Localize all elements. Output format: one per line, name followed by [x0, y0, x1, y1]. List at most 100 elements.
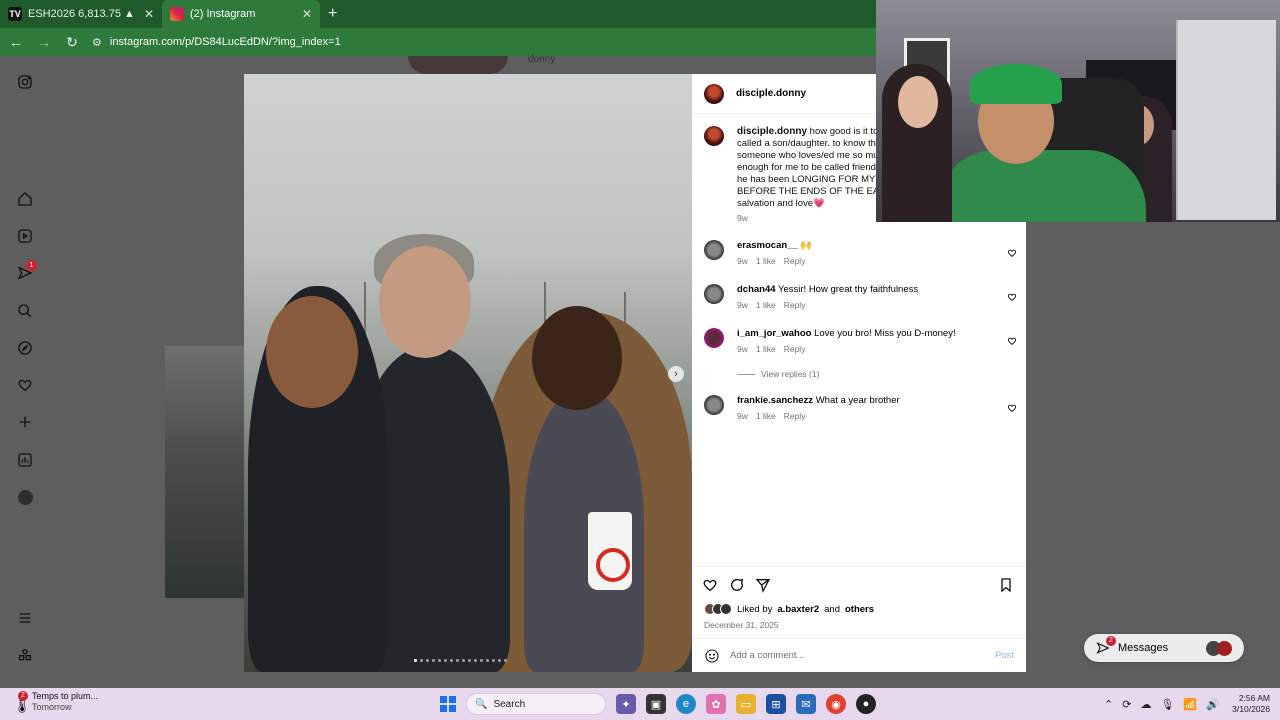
volume-icon[interactable]: 🔊 — [1206, 698, 1220, 711]
caption-line: how good is it to b — [809, 126, 887, 137]
new-tab-icon[interactable]: + — [328, 5, 337, 23]
sync-icon[interactable]: ⟳ — [1122, 698, 1131, 711]
author-avatar[interactable] — [704, 83, 724, 104]
comment-username[interactable]: frankie.sanchezz — [737, 395, 813, 406]
search-icon[interactable] — [16, 302, 34, 320]
commenter-avatar[interactable] — [704, 240, 724, 260]
messages-button[interactable]: 2 Messages — [1084, 634, 1244, 662]
reply-link[interactable]: Reply — [784, 411, 806, 421]
like-comment-icon[interactable] — [1007, 289, 1017, 301]
comment-username[interactable]: dchan44 — [737, 284, 776, 295]
comment-icon[interactable] — [729, 577, 745, 593]
author-avatar[interactable] — [704, 126, 724, 146]
comment-likes[interactable]: 1 like — [756, 300, 776, 310]
system-tray: ⌃ ⟳ ☁ 🎙 📶 🔊 — [1104, 692, 1220, 716]
forward-icon[interactable]: → — [32, 34, 56, 50]
heart-icon[interactable] — [16, 376, 34, 394]
reels-icon[interactable] — [16, 227, 34, 245]
explore-icon[interactable] — [16, 339, 34, 357]
threads-icon[interactable] — [16, 646, 34, 664]
view-replies-button[interactable]: View replies (1) — [737, 369, 819, 379]
messages-avatars — [1206, 640, 1232, 656]
instagram-logo-icon[interactable] — [16, 73, 34, 91]
carousel-next-icon[interactable]: › — [668, 366, 684, 382]
task-view-icon[interactable]: ▣ — [646, 694, 666, 714]
weather-widget[interactable]: 🌡 2 Temps to plum... Tomorrow — [12, 691, 98, 714]
comment-username[interactable]: i_am_jor_wahoo — [737, 328, 811, 339]
tab-instagram[interactable]: (2) Instagram ✕ — [162, 0, 320, 28]
reply-link[interactable]: Reply — [784, 344, 806, 354]
emoji-icon[interactable] — [704, 648, 720, 664]
chevron-up-icon[interactable]: ⌃ — [1104, 698, 1113, 711]
liked-by-user[interactable]: a.baxter2 — [777, 604, 819, 615]
carousel-dot — [426, 659, 429, 662]
comment-likes[interactable]: 1 like — [756, 256, 776, 266]
file-explorer-icon[interactable]: ▭ — [736, 694, 756, 714]
create-icon[interactable] — [16, 413, 34, 431]
comment-likes[interactable]: 1 like — [756, 411, 776, 421]
comment-username[interactable]: erasmocan__ — [737, 240, 798, 251]
add-comment-input[interactable]: Add a comment... — [730, 650, 995, 661]
store-icon[interactable]: ⊞ — [766, 694, 786, 714]
chrome-icon[interactable]: ◉ — [826, 694, 846, 714]
close-tab-icon[interactable]: ✕ — [144, 7, 154, 21]
taskbar-search[interactable]: 🔍 Search — [466, 693, 606, 715]
liked-by-and: and — [824, 603, 840, 615]
reload-icon[interactable]: ↻ — [60, 34, 84, 51]
carousel-dot — [492, 659, 495, 662]
clock-time: 2:56 AM — [1238, 693, 1270, 703]
weather-badge: 2 — [18, 691, 28, 701]
home-icon[interactable] — [16, 190, 34, 208]
tab-tradingview[interactable]: TV ESH2026 6,813.75 ▲ +0.19% Tr ✕ — [0, 0, 162, 28]
url-field[interactable]: ⚙ instagram.com/p/DS84LucEdDN/?img_index… — [92, 31, 912, 53]
taskbar-clock[interactable]: 2:56 AM 3/10/2026 — [1222, 693, 1270, 715]
like-comment-icon[interactable] — [1007, 400, 1017, 412]
save-icon[interactable] — [998, 577, 1014, 593]
search-icon: 🔍 — [475, 698, 488, 710]
clock-date: 3/10/2026 — [1232, 704, 1270, 714]
carousel-dots — [414, 659, 507, 662]
carousel-dot — [432, 659, 435, 662]
share-icon[interactable] — [755, 577, 771, 593]
close-tab-icon[interactable]: ✕ — [302, 7, 312, 21]
caption-username[interactable]: disciple.donny — [737, 126, 807, 137]
carousel-dot — [498, 659, 501, 662]
commenter-avatar[interactable] — [704, 395, 724, 415]
like-comment-icon[interactable] — [1007, 333, 1017, 345]
carousel-dot — [486, 659, 489, 662]
liked-by-others[interactable]: others — [845, 604, 874, 615]
caption-line: he has been LONGING FOR MY SO — [737, 174, 892, 185]
commenter-avatar[interactable] — [704, 328, 724, 348]
url-text: instagram.com/p/DS84LucEdDN/?img_index=1 — [109, 36, 341, 48]
add-comment-bar: Add a comment... Post — [692, 638, 1026, 672]
reply-link[interactable]: Reply — [784, 300, 806, 310]
background-post-thumbnail — [165, 346, 245, 598]
obs-icon[interactable]: ● — [856, 694, 876, 714]
windows-start-icon[interactable] — [440, 696, 456, 712]
author-username[interactable]: disciple.donny — [736, 88, 806, 99]
profile-avatar[interactable] — [16, 488, 34, 506]
outlook-icon[interactable]: ✉ — [796, 694, 816, 714]
site-info-icon[interactable]: ⚙ — [92, 36, 102, 49]
like-comment-icon[interactable] — [1007, 245, 1017, 257]
send-icon[interactable]: 1 — [16, 260, 37, 282]
edge-icon[interactable]: e — [676, 694, 696, 714]
tradingview-icon: TV — [8, 7, 22, 21]
comment-text: Yessir! How great thy faithfulness — [778, 284, 919, 295]
comment-likes[interactable]: 1 like — [756, 344, 776, 354]
cloud-icon[interactable]: ☁ — [1140, 698, 1151, 711]
commenter-avatar[interactable] — [704, 284, 724, 304]
reply-link[interactable]: Reply — [784, 256, 806, 266]
comment-text: Love you bro! Miss you D-money! — [814, 328, 956, 339]
wifi-icon[interactable]: 📶 — [1183, 698, 1197, 711]
taskbar-apps: 🔍 Search ✦ ▣ e ✿ ▭ ⊞ ✉ ◉ ● — [440, 692, 876, 716]
dashboard-icon[interactable] — [16, 451, 34, 469]
microphone-icon[interactable]: 🎙 — [1160, 698, 1174, 711]
copilot-icon[interactable]: ✿ — [706, 694, 726, 714]
post-comment-button[interactable]: Post — [995, 650, 1014, 661]
menu-icon[interactable] — [16, 609, 34, 627]
comment-text: What a year brother — [815, 395, 900, 406]
like-icon[interactable] — [702, 577, 718, 593]
back-icon[interactable]: ← — [4, 34, 28, 50]
widgets-icon[interactable]: ✦ — [616, 694, 636, 714]
